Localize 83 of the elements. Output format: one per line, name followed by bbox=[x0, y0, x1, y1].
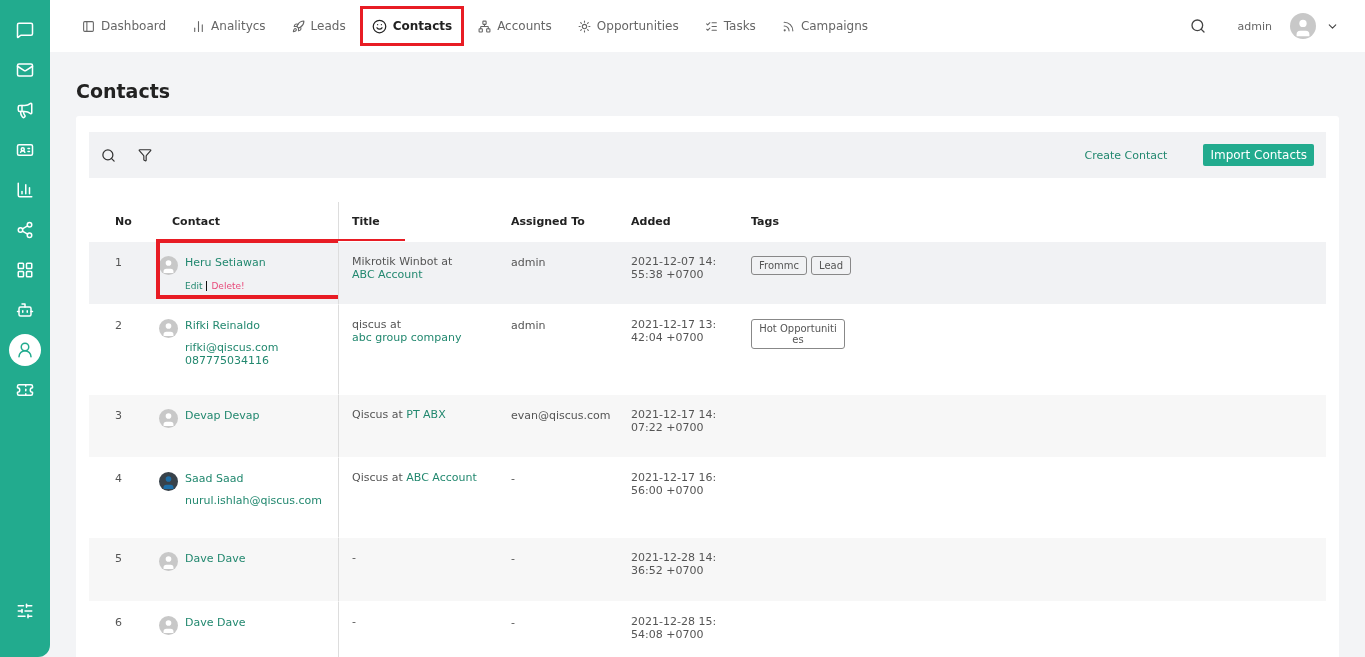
list-icon bbox=[704, 19, 718, 33]
smile-icon bbox=[371, 18, 387, 34]
assigned-to: evan@qiscus.com bbox=[511, 409, 611, 422]
chart-icon bbox=[16, 181, 34, 199]
assigned-to: admin bbox=[511, 256, 546, 269]
added-date: 2021-12-17 13:42:04 +0700 bbox=[631, 319, 718, 345]
chat-icon bbox=[16, 21, 34, 39]
search-icon[interactable] bbox=[101, 147, 116, 163]
column-header: Assigned To bbox=[510, 214, 586, 230]
added-date: 2021-12-07 14:55:38 +0700 bbox=[631, 256, 718, 282]
avatar-icon[interactable] bbox=[1290, 13, 1316, 39]
sliders-icon bbox=[16, 602, 34, 620]
filter-icon[interactable] bbox=[138, 148, 152, 162]
title-text: Qiscus at ABC Account bbox=[352, 472, 478, 485]
added-date: 2021-12-28 14:36:52 +0700 bbox=[631, 552, 718, 578]
page-title: Contacts bbox=[76, 80, 172, 102]
account-link[interactable]: PT ABX bbox=[406, 408, 446, 421]
sidebar-button[interactable] bbox=[9, 334, 41, 366]
assigned-to: - bbox=[511, 616, 515, 629]
column-header: Contact bbox=[171, 214, 221, 230]
contact-detail: rifki@qiscus.com bbox=[185, 341, 279, 354]
nav-tab[interactable]: Tasks bbox=[692, 6, 768, 46]
column-header: Added bbox=[630, 214, 672, 230]
import-contacts-button[interactable]: Import Contacts bbox=[1203, 144, 1314, 166]
account-link[interactable]: abc group company bbox=[352, 330, 462, 344]
contact-name[interactable]: Dave Dave bbox=[185, 552, 246, 565]
megaphone-icon bbox=[16, 101, 34, 119]
ticket-icon bbox=[16, 381, 34, 399]
rocket-icon bbox=[291, 19, 305, 33]
tag: Hot Opportunities bbox=[751, 319, 845, 349]
card-icon bbox=[16, 141, 34, 159]
row-number: 5 bbox=[115, 552, 122, 565]
column-header: Tags bbox=[750, 214, 780, 230]
contact-name[interactable]: Devap Devap bbox=[185, 409, 260, 422]
edit-link[interactable]: Edit bbox=[185, 281, 208, 291]
search-icon[interactable] bbox=[1189, 18, 1206, 34]
row-number: 1 bbox=[115, 256, 122, 269]
assigned-to: - bbox=[511, 472, 515, 485]
column-header: No bbox=[114, 214, 133, 230]
title-text: qiscus at abc group company bbox=[352, 319, 463, 345]
grid-icon bbox=[16, 261, 34, 279]
row-number: 6 bbox=[115, 616, 122, 629]
delete-link[interactable]: Delete! bbox=[211, 281, 245, 291]
contact-name[interactable]: Saad Saad bbox=[185, 472, 323, 485]
nav-tab[interactable]: Leads bbox=[279, 6, 358, 46]
user-icon bbox=[16, 341, 34, 359]
bars-icon bbox=[192, 19, 206, 33]
title-text: Mikrotik Winbot at ABC Account bbox=[352, 256, 454, 282]
sun-icon bbox=[577, 19, 591, 33]
added-date: 2021-12-17 14:07:22 +0700 bbox=[631, 409, 718, 435]
row-number: 4 bbox=[115, 472, 122, 485]
nav-tab[interactable]: Accounts bbox=[466, 6, 564, 46]
row-number: 2 bbox=[115, 319, 122, 332]
row-number: 3 bbox=[115, 409, 122, 422]
nav-tab[interactable]: Analitycs bbox=[180, 6, 278, 46]
assigned-to: - bbox=[511, 552, 515, 565]
account-link[interactable]: ABC Account bbox=[406, 471, 477, 484]
rss-icon bbox=[781, 19, 795, 33]
added-date: 2021-12-28 15:54:08 +0700 bbox=[631, 616, 718, 642]
tag: Frommc bbox=[751, 256, 807, 275]
contact-name[interactable]: Dave Dave bbox=[185, 616, 246, 629]
contact-name[interactable]: Heru Setiawan bbox=[185, 256, 266, 269]
title-text: Qiscus at PT ABX bbox=[352, 409, 447, 422]
mail-icon bbox=[16, 61, 34, 79]
contact-name[interactable]: Rifki Reinaldo bbox=[185, 319, 279, 332]
network-icon bbox=[478, 19, 492, 33]
title-text: - bbox=[352, 616, 357, 629]
nav-tab[interactable]: Contacts bbox=[359, 6, 465, 46]
title-text: - bbox=[352, 552, 357, 565]
nav-tab[interactable]: Opportunities bbox=[565, 6, 691, 46]
account-link[interactable]: ABC Account bbox=[352, 267, 423, 281]
robot-icon bbox=[16, 301, 34, 319]
contact-detail: 087775034116 bbox=[185, 354, 270, 367]
user-name[interactable]: admin bbox=[1237, 19, 1272, 33]
create-contact-link[interactable]: Create Contact bbox=[1084, 148, 1168, 162]
nav-tab[interactable]: Campaigns bbox=[769, 6, 881, 46]
assigned-to: admin bbox=[511, 319, 546, 332]
contact-detail: nurul.ishlah@qiscus.com bbox=[185, 494, 323, 507]
added-date: 2021-12-17 16:56:00 +0700 bbox=[631, 472, 718, 498]
nav-tab[interactable]: Dashboard bbox=[70, 6, 179, 46]
tag: Lead bbox=[811, 256, 852, 275]
share-icon bbox=[16, 221, 34, 239]
panel-icon bbox=[82, 19, 95, 33]
